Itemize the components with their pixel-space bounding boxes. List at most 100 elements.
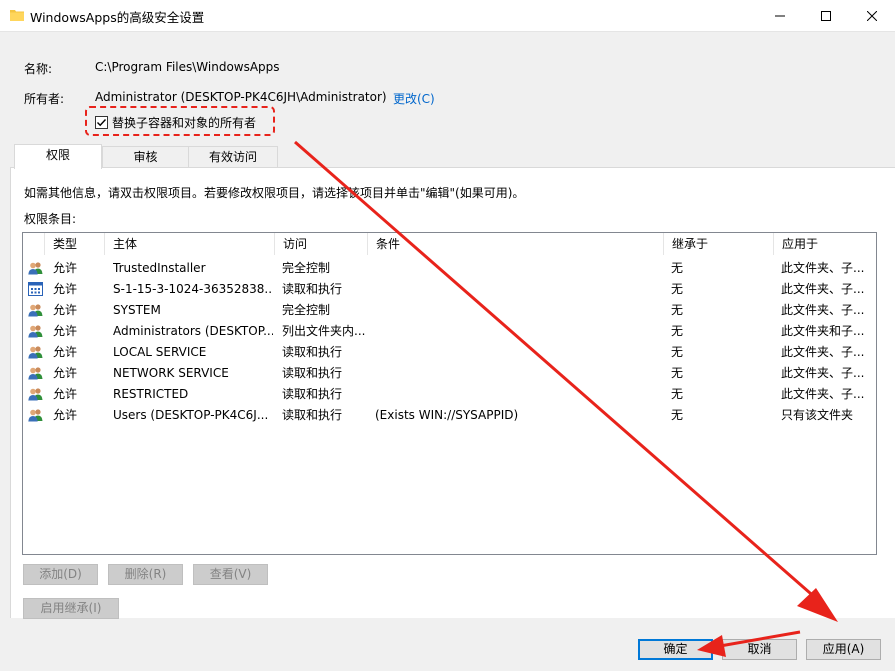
permission-entries-list[interactable]: 类型 主体 访问 条件 继承于 应用于 允许 TrustedInstaller 完全… (22, 232, 877, 555)
cell-principal: Users (DESKTOP-PK4C6J... (113, 408, 269, 422)
cell-applies-to: 此文件夹、子... (781, 387, 865, 401)
table-row[interactable]: 允许 Administrators (DESKTOP... 列出文件夹内... 无 此文… (23, 321, 876, 342)
cell-condition (375, 342, 661, 363)
window-title: WindowsApps的高级安全设置 (30, 10, 205, 25)
cell-applies-to: 此文件夹、子... (781, 303, 865, 317)
cell-access: 读取和执行 (282, 387, 343, 401)
cell-inherited-from: 无 (671, 387, 684, 401)
owner-label: 所有者: (24, 92, 65, 106)
list-header: 类型 主体 访问 条件 继承于 应用于 (23, 233, 876, 255)
cell-principal: TrustedInstaller (113, 261, 206, 275)
cell-principal: Administrators (DESKTOP... (113, 324, 273, 338)
user-group-icon (28, 304, 43, 317)
table-row[interactable]: 允许 S-1-15-3-1024-36352838... 读取和执行 无 此文件夹、子.… (23, 279, 876, 300)
table-row[interactable]: 允许 Users (DESKTOP-PK4C6J... 读取和执行 (Exists W… (23, 405, 876, 426)
cell-principal: NETWORK SERVICE (113, 366, 229, 380)
cell-applies-to: 此文件夹和子... (781, 324, 865, 338)
minimize-button[interactable] (757, 0, 803, 31)
title-bar[interactable]: WindowsApps的高级安全设置 (0, 0, 895, 31)
user-group-icon (28, 325, 43, 338)
close-button[interactable] (849, 0, 895, 31)
cell-inherited-from: 无 (671, 408, 684, 422)
table-row[interactable]: 允许 NETWORK SERVICE 读取和执行 无 此文件夹、子... (23, 363, 876, 384)
cell-access: 读取和执行 (282, 345, 343, 359)
entries-label: 权限条目: (24, 212, 77, 226)
user-group-icon (28, 346, 43, 359)
name-label: 名称: (24, 62, 53, 76)
cell-access: 读取和执行 (282, 366, 343, 380)
cell-applies-to: 此文件夹、子... (781, 345, 865, 359)
cell-inherited-from: 无 (671, 303, 684, 317)
cell-condition (375, 279, 661, 300)
user-group-icon (28, 262, 43, 275)
column-header-inherited-from[interactable]: 继承于 (664, 233, 774, 255)
cell-type: 允许 (53, 261, 78, 275)
cell-inherited-from: 无 (671, 324, 684, 338)
cell-condition (375, 363, 661, 384)
cell-principal: RESTRICTED (113, 387, 189, 401)
change-owner-link[interactable]: 更改(C) (393, 90, 435, 107)
column-header-icon[interactable] (23, 233, 45, 255)
user-group-icon (28, 409, 43, 422)
cell-access: 读取和执行 (282, 408, 343, 422)
table-row[interactable]: 允许 RESTRICTED 读取和执行 无 此文件夹、子... (23, 384, 876, 405)
cell-access: 完全控制 (282, 261, 331, 275)
annotation-highlight-box (85, 106, 275, 136)
cell-type: 允许 (53, 345, 78, 359)
cell-type: 允许 (53, 303, 78, 317)
user-group-icon (28, 388, 43, 401)
folder-icon (10, 10, 24, 21)
enable-inheritance-button[interactable]: 启用继承(I) (23, 598, 119, 619)
cell-condition: (Exists WIN://SYSAPPID) (375, 408, 519, 422)
cell-condition (375, 258, 661, 279)
remove-button[interactable]: 删除(R) (108, 564, 183, 585)
tab-permissions-label: 权限 (45, 148, 70, 162)
tab-permissions[interactable]: 权限 (14, 144, 102, 169)
ok-button[interactable]: 确定 (638, 639, 713, 660)
column-header-access[interactable]: 访问 (275, 233, 368, 255)
tab-effective-access[interactable]: 有效访问 (188, 146, 278, 168)
column-header-condition[interactable]: 条件 (368, 233, 664, 255)
table-row[interactable]: 允许 SYSTEM 完全控制 无 此文件夹、子... (23, 300, 876, 321)
column-header-type[interactable]: 类型 (45, 233, 105, 255)
tab-auditing[interactable]: 审核 (102, 146, 189, 168)
cell-type: 允许 (53, 282, 78, 296)
close-icon (867, 10, 877, 21)
minimize-icon (775, 15, 785, 16)
cell-inherited-from: 无 (671, 282, 684, 296)
cell-type: 允许 (53, 387, 78, 401)
cancel-button[interactable]: 取消 (722, 639, 797, 660)
table-row[interactable]: 允许 LOCAL SERVICE 读取和执行 无 此文件夹、子... (23, 342, 876, 363)
maximize-icon (821, 10, 831, 21)
apply-button[interactable]: 应用(A) (806, 639, 881, 660)
column-header-principal[interactable]: 主体 (105, 233, 275, 255)
cell-principal: LOCAL SERVICE (113, 345, 207, 359)
tab-effective-access-label: 有效访问 (208, 150, 257, 164)
cell-applies-to: 此文件夹、子... (781, 261, 865, 275)
cell-applies-to: 此文件夹、子... (781, 366, 865, 380)
cell-condition (375, 300, 661, 321)
cell-applies-to: 只有该文件夹 (781, 408, 854, 422)
cell-type: 允许 (53, 408, 78, 422)
cell-inherited-from: 无 (671, 366, 684, 380)
package-sid-icon (28, 282, 43, 296)
cell-condition (375, 384, 661, 405)
name-value: C:\Program Files\WindowsApps (95, 60, 280, 74)
table-row[interactable]: 允许 TrustedInstaller 完全控制 无 此文件夹、子... (23, 258, 876, 279)
cell-type: 允许 (53, 324, 78, 338)
cell-access: 读取和执行 (282, 282, 343, 296)
view-button[interactable]: 查看(V) (193, 564, 268, 585)
tab-auditing-label: 审核 (133, 150, 158, 164)
cell-inherited-from: 无 (671, 261, 684, 275)
cell-access: 完全控制 (282, 303, 331, 317)
maximize-button[interactable] (803, 0, 849, 31)
cell-principal: SYSTEM (113, 303, 161, 317)
user-group-icon (28, 367, 43, 380)
owner-value: Administrator (DESKTOP-PK4C6JH\Administr… (95, 90, 387, 104)
cell-principal: S-1-15-3-1024-36352838... (113, 282, 273, 296)
cell-access: 列出文件夹内... (282, 324, 366, 338)
cell-type: 允许 (53, 366, 78, 380)
add-button[interactable]: 添加(D) (23, 564, 98, 585)
column-header-applies-to[interactable]: 应用于 (774, 233, 876, 255)
info-text: 如需其他信息，请双击权限项目。若要修改权限项目，请选择该项目并单击"编辑"(如果… (24, 186, 525, 200)
